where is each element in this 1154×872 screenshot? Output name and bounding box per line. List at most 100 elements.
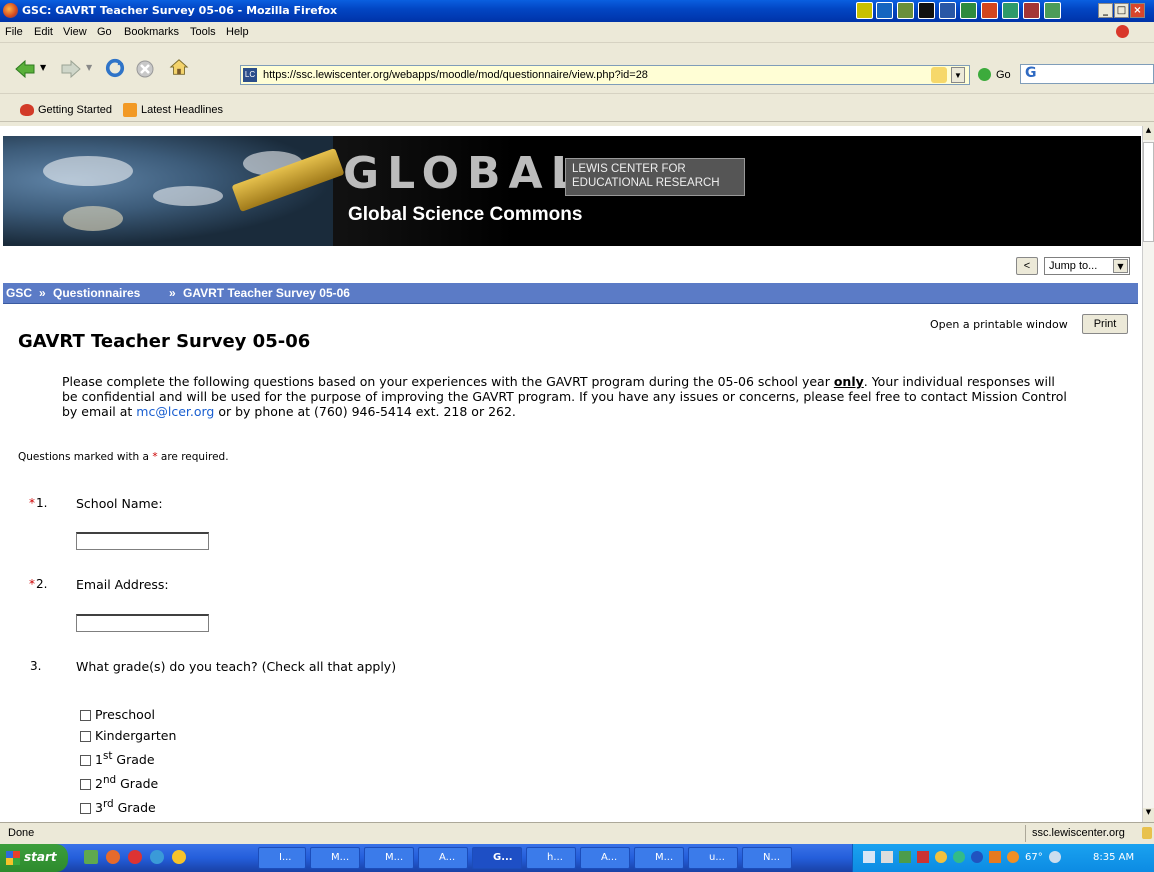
bookmark-latest-headlines[interactable]: Latest Headlines: [141, 104, 223, 116]
minimize-button[interactable]: _: [1098, 3, 1113, 18]
scroll-thumb[interactable]: [1143, 142, 1154, 242]
quicklaunch-icon[interactable]: [897, 2, 914, 19]
taskbar-item[interactable]: A...: [580, 847, 630, 869]
word-icon[interactable]: [939, 2, 956, 19]
taskbar: start I... M... M... A... G... h... A...…: [0, 844, 1154, 872]
access-icon[interactable]: [1023, 2, 1040, 19]
menu-go[interactable]: Go: [97, 26, 112, 38]
scroll-up-icon[interactable]: ▲: [1143, 126, 1154, 140]
grade-label-after: Grade: [112, 752, 155, 768]
taskbar-item[interactable]: h...: [526, 847, 576, 869]
quicklaunch-icon[interactable]: [172, 850, 186, 864]
show-desktop-icon[interactable]: [84, 850, 98, 864]
menu-view[interactable]: View: [63, 26, 87, 38]
url-bar[interactable]: LC https://ssc.lewiscenter.org/webapps/m…: [240, 65, 970, 85]
tray-icon[interactable]: [899, 851, 911, 863]
reload-icon[interactable]: [104, 58, 126, 78]
grade-suffix: rd: [102, 798, 114, 811]
volume-icon[interactable]: [881, 851, 893, 863]
grade-checkbox[interactable]: [80, 803, 91, 815]
weather-temp[interactable]: 67°: [1025, 852, 1043, 863]
menu-edit[interactable]: Edit: [34, 26, 53, 38]
taskbar-item-label: M...: [385, 852, 404, 863]
tray-icon[interactable]: [917, 851, 929, 863]
print-button[interactable]: Print: [1082, 314, 1128, 334]
quicklaunch-icon[interactable]: [128, 850, 142, 864]
start-label: start: [24, 850, 57, 864]
tray-icon[interactable]: [953, 851, 965, 863]
scroll-down-icon[interactable]: ▼: [1143, 808, 1154, 822]
stop-icon[interactable]: [134, 59, 156, 79]
grade-checkbox[interactable]: [80, 779, 91, 791]
menu-file[interactable]: File: [5, 26, 23, 38]
taskbar-item-active[interactable]: G...: [472, 847, 522, 869]
lock-icon[interactable]: [931, 67, 947, 83]
go-icon[interactable]: [978, 68, 991, 81]
tray-icon[interactable]: [1049, 851, 1061, 863]
tray-icon[interactable]: [971, 851, 983, 863]
url-text[interactable]: https://ssc.lewiscenter.org/webapps/mood…: [263, 69, 648, 81]
quicklaunch-icon[interactable]: [876, 2, 893, 19]
excel-icon[interactable]: [960, 2, 977, 19]
start-button[interactable]: start: [0, 844, 68, 872]
q1-number: 1.: [36, 496, 48, 510]
breadcrumb-questionnaires[interactable]: Questionnaires: [53, 286, 140, 300]
back-dropdown-icon[interactable]: ▼: [40, 63, 46, 72]
grade-option[interactable]: 1st Grade: [80, 746, 176, 770]
jump-to-select[interactable]: Jump to... ▼: [1044, 257, 1130, 275]
go-button[interactable]: Go: [996, 69, 1011, 81]
q1-label: School Name:: [76, 496, 163, 511]
q2-required-star: *: [29, 577, 35, 591]
quicklaunch-icon[interactable]: [150, 850, 164, 864]
vertical-scrollbar[interactable]: ▲ ▼: [1142, 126, 1154, 822]
taskbar-item[interactable]: M...: [634, 847, 684, 869]
school-name-input[interactable]: [76, 532, 209, 550]
grade-option[interactable]: 2nd Grade: [80, 770, 176, 794]
grade-checkbox[interactable]: [80, 710, 91, 721]
page-title: GAVRT Teacher Survey 05-06: [18, 331, 311, 352]
breadcrumb-gsc[interactable]: GSC: [6, 286, 32, 300]
maximize-button[interactable]: □: [1114, 3, 1129, 18]
taskbar-item[interactable]: u...: [688, 847, 738, 869]
grade-option[interactable]: Kindergarten: [80, 725, 176, 746]
quicklaunch-icon[interactable]: [918, 2, 935, 19]
close-button[interactable]: ×: [1130, 3, 1145, 18]
grade-option[interactable]: Preschool: [80, 704, 176, 725]
back-arrow-icon[interactable]: [14, 59, 36, 79]
forward-dropdown-icon[interactable]: ▼: [86, 63, 92, 72]
menu-help[interactable]: Help: [226, 26, 249, 38]
quicklaunch-icon[interactable]: [856, 2, 873, 19]
required-note: Questions marked with a * are required.: [18, 451, 229, 463]
email-address-input[interactable]: [76, 614, 209, 632]
taskbar-item[interactable]: I...: [258, 847, 306, 869]
intro-text-3: or by phone at (760) 946-5414 ext. 218 o…: [214, 404, 516, 419]
search-input[interactable]: G: [1020, 64, 1154, 84]
tray-icon[interactable]: [1007, 851, 1019, 863]
jump-back-button[interactable]: <: [1016, 257, 1038, 275]
url-dropdown-icon[interactable]: ▼: [951, 67, 965, 83]
forward-arrow-icon[interactable]: [60, 59, 82, 79]
menu-tools[interactable]: Tools: [190, 26, 216, 38]
taskbar-item[interactable]: N...: [742, 847, 792, 869]
grade-checkbox[interactable]: [80, 755, 91, 767]
grade-option[interactable]: 3rd Grade: [80, 794, 176, 818]
home-icon[interactable]: [168, 57, 190, 77]
taskbar-item[interactable]: A...: [418, 847, 468, 869]
padlock-icon[interactable]: [1142, 827, 1152, 839]
firefox-launch-icon[interactable]: [106, 850, 120, 864]
frontpage-icon[interactable]: [1044, 2, 1061, 19]
window-titlebar: GSC: GAVRT Teacher Survey 05-06 - Mozill…: [0, 0, 1154, 22]
grade-checkbox[interactable]: [80, 731, 91, 742]
tray-icon[interactable]: [935, 851, 947, 863]
chevron-down-icon[interactable]: ▼: [1113, 259, 1128, 273]
taskbar-item[interactable]: M...: [364, 847, 414, 869]
powerpoint-icon[interactable]: [981, 2, 998, 19]
tray-icon[interactable]: [989, 851, 1001, 863]
menu-bookmarks[interactable]: Bookmarks: [124, 26, 179, 38]
network-icon[interactable]: [863, 851, 875, 863]
bookmark-getting-started[interactable]: Getting Started: [38, 104, 112, 116]
taskbar-item[interactable]: M...: [310, 847, 360, 869]
q2-label: Email Address:: [76, 577, 169, 592]
publisher-icon[interactable]: [1002, 2, 1019, 19]
email-link[interactable]: mc@lcer.org: [136, 404, 214, 419]
